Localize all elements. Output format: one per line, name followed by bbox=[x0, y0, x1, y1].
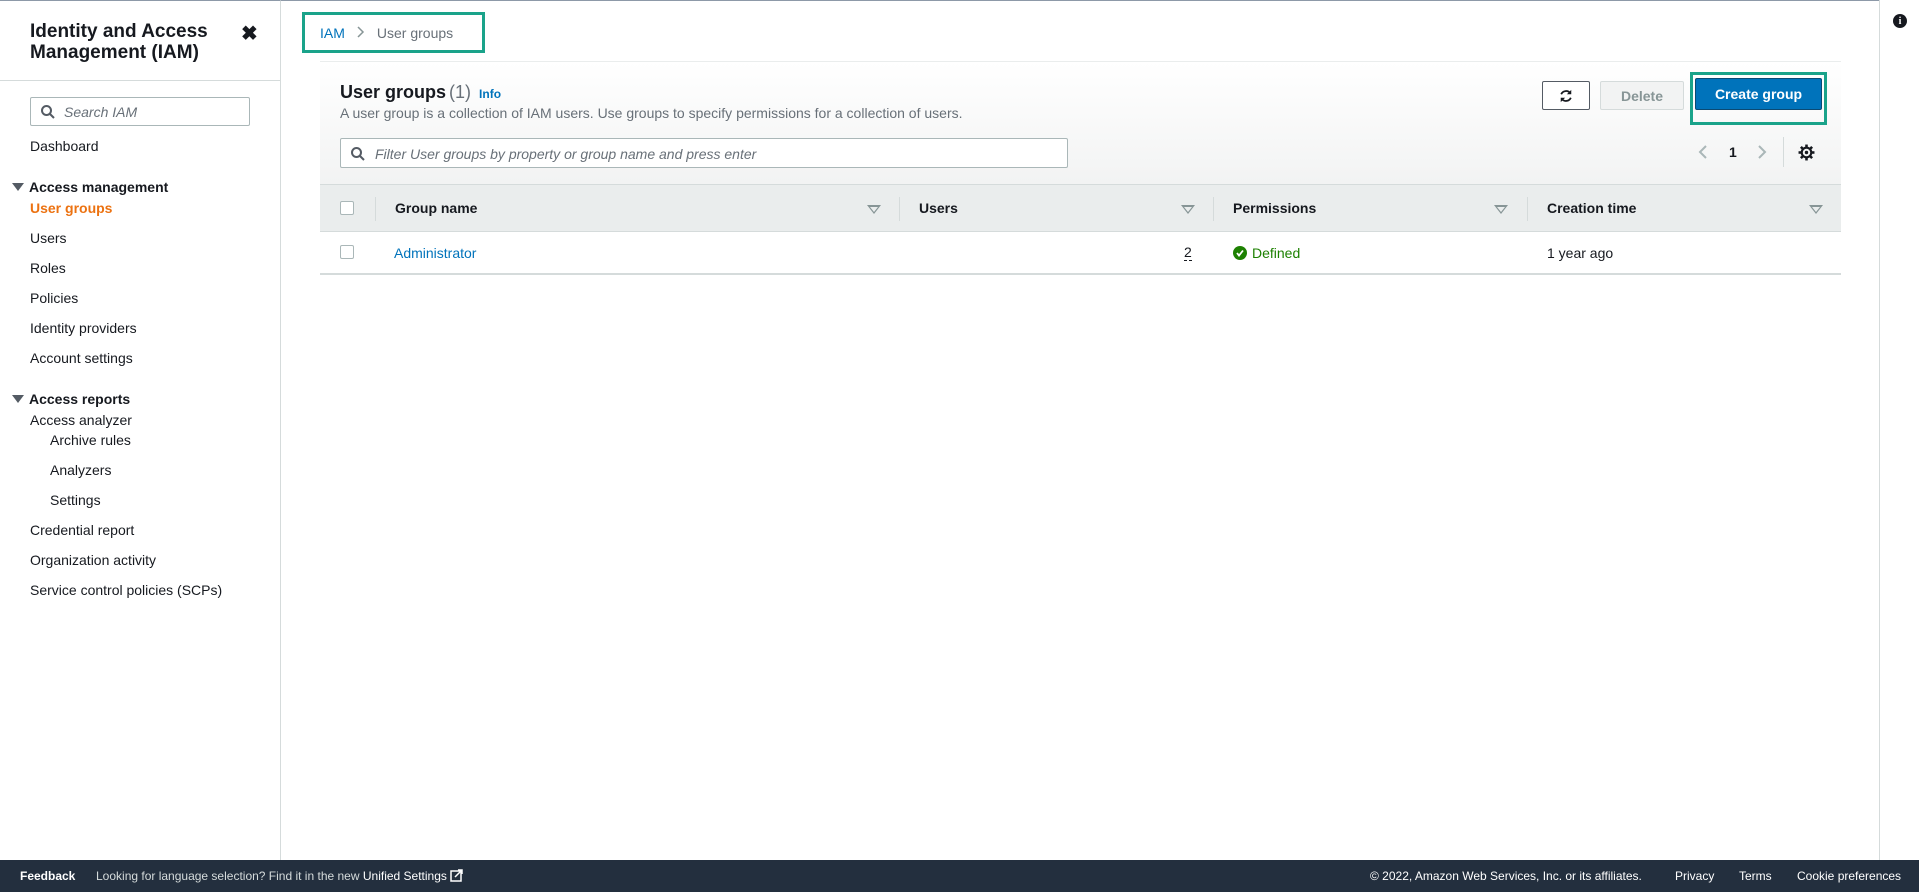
permissions-cell: Defined bbox=[1233, 232, 1300, 273]
sort-down-icon[interactable] bbox=[1181, 205, 1195, 214]
unified-settings-link[interactable]: Unified Settings bbox=[363, 869, 463, 883]
cookie-preferences-link[interactable]: Cookie preferences bbox=[1797, 869, 1901, 883]
info-icon[interactable]: i bbox=[1893, 14, 1907, 28]
table-header: Group name Users Permissions Creation ti… bbox=[320, 184, 1841, 232]
filter-input[interactable] bbox=[375, 144, 1055, 164]
users-count-value[interactable]: 2 bbox=[1184, 244, 1192, 261]
sidebar-item-analyzers[interactable]: Analyzers bbox=[50, 462, 111, 478]
language-notice: Looking for language selection? Find it … bbox=[96, 869, 463, 883]
column-header-group-name[interactable]: Group name bbox=[395, 185, 477, 231]
sidebar-item-user-groups[interactable]: User groups bbox=[30, 200, 112, 216]
create-group-button[interactable]: Create group bbox=[1695, 78, 1822, 110]
sidebar-divider bbox=[0, 80, 281, 81]
breadcrumb-current: User groups bbox=[376, 24, 454, 41]
sidebar-item-organization-activity[interactable]: Organization activity bbox=[30, 552, 156, 568]
table-row: Administrator 2 Defined 1 year ago bbox=[320, 232, 1841, 275]
sidebar-item-credential-report[interactable]: Credential report bbox=[30, 522, 134, 538]
column-header-users[interactable]: Users bbox=[919, 185, 958, 231]
group-count: (1) bbox=[449, 82, 472, 102]
section-label: Access reports bbox=[29, 391, 131, 407]
page-number[interactable]: 1 bbox=[1729, 144, 1737, 160]
users-count[interactable]: 2 bbox=[1184, 232, 1192, 273]
section-label: Access management bbox=[29, 179, 169, 195]
refresh-button[interactable] bbox=[1542, 81, 1590, 110]
info-link[interactable]: Info bbox=[479, 87, 501, 101]
create-group-highlight: Create group bbox=[1690, 72, 1827, 125]
tools-panel-rail: i bbox=[1879, 0, 1919, 860]
permissions-status: Defined bbox=[1233, 245, 1300, 261]
sidebar-item-account-settings[interactable]: Account settings bbox=[30, 350, 133, 366]
filter-box bbox=[340, 138, 1068, 168]
chevron-right-icon bbox=[357, 25, 365, 41]
container-header: User groups (1) Info A user group is a col… bbox=[320, 62, 1841, 184]
copyright: © 2022, Amazon Web Services, Inc. or its… bbox=[1370, 869, 1642, 883]
chevron-left-icon[interactable] bbox=[1698, 144, 1708, 165]
select-all-checkbox[interactable] bbox=[340, 201, 354, 215]
column-header-permissions[interactable]: Permissions bbox=[1233, 185, 1316, 231]
column-header-creation-time[interactable]: Creation time bbox=[1547, 185, 1636, 231]
console-footer: Feedback Looking for language selection?… bbox=[0, 860, 1919, 892]
sidebar-section-access-management[interactable]: Access management bbox=[12, 179, 168, 195]
privacy-link[interactable]: Privacy bbox=[1675, 869, 1714, 883]
gear-icon[interactable] bbox=[1798, 144, 1815, 166]
group-name-link[interactable]: Administrator bbox=[394, 232, 476, 273]
refresh-icon bbox=[1560, 89, 1572, 102]
permissions-value: Defined bbox=[1252, 244, 1301, 261]
sidebar-item-roles[interactable]: Roles bbox=[30, 260, 66, 276]
sidebar: Identity and Access Management (IAM) ✖ D… bbox=[0, 0, 281, 860]
top-border bbox=[281, 0, 1881, 1]
column-divider bbox=[1213, 197, 1214, 221]
caret-down-icon bbox=[12, 183, 24, 191]
sidebar-item-access-analyzer[interactable]: Access analyzer bbox=[30, 412, 132, 428]
row-checkbox[interactable] bbox=[340, 245, 354, 259]
sidebar-title: Identity and Access Management (IAM) bbox=[30, 21, 208, 63]
sidebar-item-dashboard[interactable]: Dashboard bbox=[30, 138, 99, 154]
search-icon bbox=[351, 147, 365, 161]
breadcrumb-iam-link[interactable]: IAM bbox=[320, 25, 345, 41]
page-title: User groups (1) Info bbox=[340, 82, 501, 103]
sidebar-item-users[interactable]: Users bbox=[30, 230, 67, 246]
unified-settings-label[interactable]: Unified Settings bbox=[363, 869, 447, 883]
creation-time-value: 1 year ago bbox=[1547, 244, 1614, 261]
sidebar-item-identity-providers[interactable]: Identity providers bbox=[30, 320, 137, 336]
sidebar-item-policies[interactable]: Policies bbox=[30, 290, 78, 306]
search-icon bbox=[41, 105, 55, 119]
chevron-right-icon[interactable] bbox=[1757, 144, 1767, 165]
column-divider bbox=[375, 197, 376, 221]
terms-link[interactable]: Terms bbox=[1739, 869, 1772, 883]
sort-down-icon[interactable] bbox=[1809, 205, 1823, 214]
sort-down-icon[interactable] bbox=[1494, 205, 1508, 214]
pager-divider bbox=[1783, 137, 1784, 167]
column-divider bbox=[899, 197, 900, 221]
sidebar-item-analyzer-settings[interactable]: Settings bbox=[50, 492, 101, 508]
page-description: A user group is a collection of IAM user… bbox=[340, 105, 963, 121]
sidebar-search bbox=[30, 97, 250, 126]
sidebar-search-input[interactable] bbox=[64, 102, 244, 122]
close-icon[interactable]: ✖ bbox=[241, 21, 258, 46]
sidebar-item-archive-rules[interactable]: Archive rules bbox=[50, 432, 131, 448]
feedback-link[interactable]: Feedback bbox=[20, 869, 75, 883]
page-title-text: User groups bbox=[340, 82, 447, 102]
sort-down-icon[interactable] bbox=[867, 205, 881, 214]
user-groups-container: User groups (1) Info A user group is a col… bbox=[320, 61, 1841, 275]
check-circle-icon bbox=[1233, 245, 1247, 260]
language-notice-text: Looking for language selection? Find it … bbox=[96, 869, 360, 883]
column-divider bbox=[1527, 197, 1528, 221]
external-link-icon bbox=[450, 869, 463, 882]
delete-button[interactable]: Delete bbox=[1600, 81, 1684, 110]
sidebar-item-scps[interactable]: Service control policies (SCPs) bbox=[30, 582, 222, 598]
breadcrumb: IAM User groups bbox=[302, 12, 485, 53]
caret-down-icon bbox=[12, 395, 24, 403]
sidebar-section-access-reports[interactable]: Access reports bbox=[12, 391, 130, 407]
